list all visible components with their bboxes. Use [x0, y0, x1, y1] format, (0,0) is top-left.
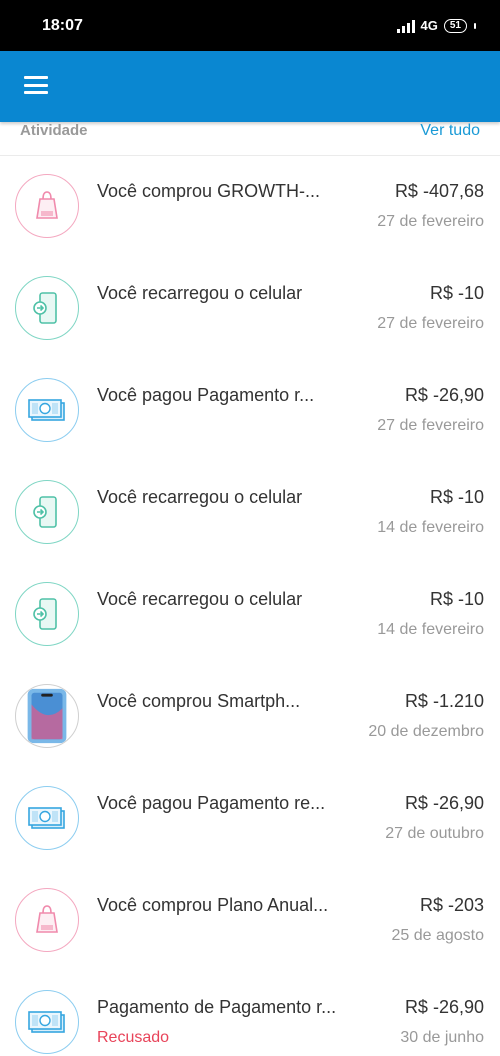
- activity-title: Você comprou Plano Anual...: [97, 895, 329, 915]
- activity-item[interactable]: Você pagou Pagamento r... R$ -26,90 27 de …: [0, 360, 500, 462]
- activity-title: Você recarregou o celular: [97, 487, 303, 507]
- activity-amount: R$ -10: [429, 283, 484, 303]
- app-bar: [0, 51, 500, 122]
- activity-item[interactable]: Você comprou Plano Anual... R$ -203 25 de …: [0, 870, 500, 972]
- activity-date: 30 de junho: [400, 1029, 484, 1046]
- activity-title: Você comprou GROWTH-...: [97, 181, 321, 201]
- activity-amount: R$ -203: [419, 895, 484, 915]
- activity-amount: R$ -26,90: [404, 385, 484, 405]
- activity-date: 25 de agosto: [391, 927, 484, 944]
- activity-amount: R$ -26,90: [404, 997, 484, 1017]
- section-title: Atividade: [20, 122, 88, 139]
- activity-item[interactable]: Você recarregou o celular R$ -10 14 de fev…: [0, 564, 500, 666]
- shopping-bag-icon: [15, 888, 79, 952]
- activity-item[interactable]: Você pagou Pagamento re... R$ -26,90 27 de…: [0, 768, 500, 870]
- activity-date: 14 de fevereiro: [377, 519, 484, 536]
- activity-amount: R$ -26,90: [404, 793, 484, 813]
- activity-amount: R$ -10: [429, 487, 484, 507]
- see-all-link[interactable]: Ver tudo: [420, 122, 480, 140]
- money-icon: [15, 990, 79, 1054]
- activity-status: Recusado: [97, 1029, 170, 1046]
- activity-date: 20 de dezembro: [368, 723, 484, 740]
- phone-recharge-icon: [15, 480, 79, 544]
- activity-title: Você pagou Pagamento re...: [97, 793, 326, 813]
- activity-item[interactable]: Você recarregou o celular R$ -10 27 de fev…: [0, 258, 500, 360]
- activity-title: Você comprou Smartph...: [97, 691, 301, 711]
- activity-item[interactable]: Você recarregou o celular R$ -10 14 de fev…: [0, 462, 500, 564]
- status-indicators: 4G 51: [396, 18, 476, 33]
- signal-icon: [396, 19, 415, 33]
- activity-date: 27 de outubro: [385, 825, 484, 842]
- activity-item[interactable]: Pagamento de Pagamento r... Recusado R$ -2…: [0, 972, 500, 1056]
- network-type: 4G: [420, 18, 438, 33]
- activity-amount: R$ -10: [429, 589, 484, 609]
- activity-amount: R$ -1.210: [404, 691, 484, 711]
- battery-tip: [474, 22, 476, 29]
- activity-date: 14 de fevereiro: [377, 621, 484, 638]
- activity-header: Atividade Ver tudo: [0, 122, 500, 156]
- status-time: 18:07: [42, 16, 83, 34]
- battery-icon: 51: [443, 18, 467, 33]
- phone-recharge-icon: [15, 276, 79, 340]
- activity-title: Você recarregou o celular: [97, 283, 303, 303]
- activity-item[interactable]: Você comprou Smartph... R$ -1.210 20 de de…: [0, 666, 500, 768]
- shopping-bag-icon: [15, 174, 79, 238]
- battery-level: 51: [449, 19, 461, 31]
- phone-recharge-icon: [15, 582, 79, 646]
- activity-date: 27 de fevereiro: [377, 315, 484, 332]
- menu-icon[interactable]: [24, 76, 48, 96]
- status-bar: 18:07 4G 51: [0, 0, 500, 51]
- activity-title: Você pagou Pagamento r...: [97, 385, 315, 405]
- activity-title: Você recarregou o celular: [97, 589, 303, 609]
- activity-item[interactable]: Você comprou GROWTH-... R$ -407,68 27 de f…: [0, 156, 500, 258]
- money-icon: [15, 786, 79, 850]
- activity-date: 27 de fevereiro: [377, 213, 484, 230]
- activity-list: Você comprou GROWTH-... R$ -407,68 27 de f…: [0, 156, 500, 1056]
- money-icon: [15, 378, 79, 442]
- activity-title: Pagamento de Pagamento r...: [97, 997, 337, 1017]
- activity-date: 27 de fevereiro: [377, 417, 484, 434]
- activity-amount: R$ -407,68: [394, 181, 484, 201]
- smartphone-product-image: [15, 684, 79, 748]
